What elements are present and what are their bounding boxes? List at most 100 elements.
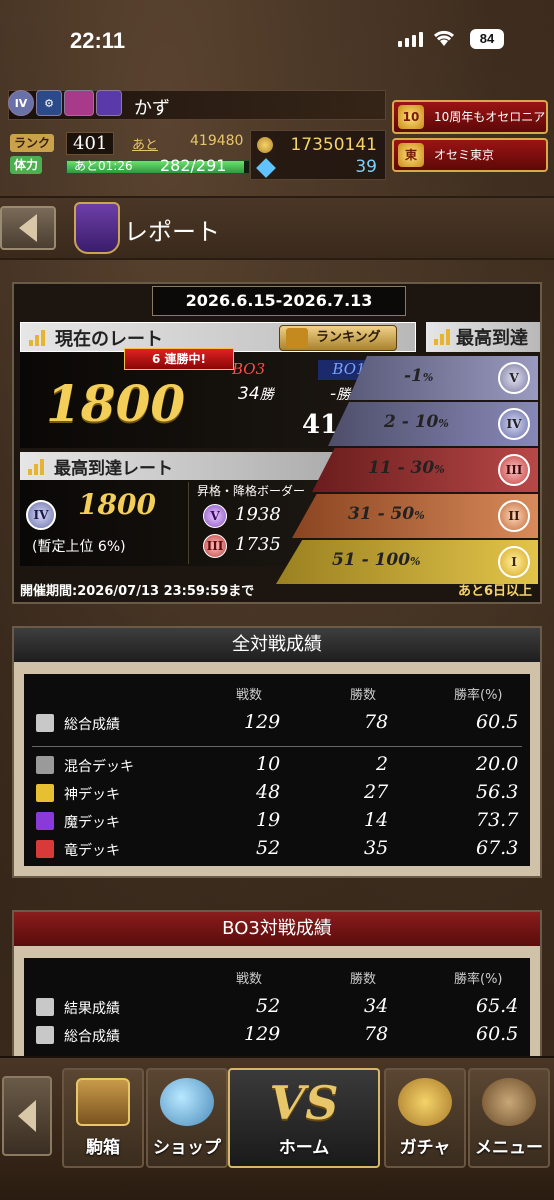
rank-value: 401 <box>66 132 115 155</box>
row-rate: 56.3 <box>476 781 519 803</box>
tier-range-unit: % <box>422 371 434 384</box>
row-wins: 78 <box>364 711 389 733</box>
table-row: 結果成績 52 34 65.4 <box>24 994 530 1022</box>
bottom-nav: 駒箱 ショップ VS ホーム ガチャ メニュー <box>0 1056 554 1200</box>
tier-range: 31 - 50% <box>348 504 425 524</box>
mixed-deck-icon <box>36 756 54 774</box>
nav-item-menu[interactable]: メニュー <box>468 1068 550 1168</box>
win-streak-badge: 6 連勝中! <box>124 348 234 370</box>
row-rate: 60.5 <box>476 1023 519 1045</box>
event-period-end: 開催期間:2026/07/13 23:59:59まで <box>20 584 255 599</box>
row-games: 129 <box>244 1023 281 1045</box>
row-rate: 65.4 <box>476 995 519 1017</box>
character-badge-icon <box>64 90 94 116</box>
bo3-battle-stats: BO3対戦成績 戦数 勝数 勝率(%) 結果成績 52 34 65.4 総合成績… <box>12 910 542 1060</box>
row-wins: 35 <box>364 837 389 859</box>
tier-range-value: 2 - 10 <box>384 412 439 432</box>
table-row: 総合成績 129 78 60.5 <box>24 710 530 738</box>
bo3-stats-title: BO3対戦成績 <box>14 912 540 946</box>
table-row: 混合デッキ 10 2 20.0 <box>24 752 530 780</box>
current-rate-value: 1800 <box>46 374 186 433</box>
tier-v-medal-icon: V <box>498 362 530 394</box>
row-label: 総合成績 <box>64 1029 120 1045</box>
row-wins: 34 <box>364 995 389 1017</box>
coin-icon <box>257 137 273 153</box>
tier-range-value: -1 <box>404 366 423 386</box>
nav-label: 駒箱 <box>86 1138 120 1158</box>
table-row: 総合成績 129 78 60.5 <box>24 1022 530 1050</box>
wins-unit: 勝 <box>336 387 351 403</box>
place-value: 41 <box>302 410 339 440</box>
chart-icon <box>36 714 54 732</box>
nav-label: ホーム <box>278 1138 330 1158</box>
remaining-days: あと6日以上 <box>457 584 532 599</box>
nav-item-gacha[interactable]: ガチャ <box>384 1068 466 1168</box>
gacha-coins-icon <box>398 1078 452 1126</box>
tier-iii-down-icon: III <box>203 534 227 558</box>
tier-row-v: -1% V <box>348 356 538 400</box>
event-banner-label: オセミ東京 <box>434 148 495 162</box>
all-battle-stats: 全対戦成績 戦数 勝数 勝率(%) 総合成績 129 78 60.5 混合デッキ… <box>12 626 542 878</box>
tier-iv-icon: IV <box>26 500 56 530</box>
row-label: 神デッキ <box>64 787 120 803</box>
table-row: 竜デッキ 52 35 67.3 <box>24 836 530 864</box>
row-rate: 60.5 <box>476 711 519 733</box>
col-header-games: 戦数 <box>236 972 263 987</box>
rank-stamina-box: ランク 401 あと 419480 体力 あと01:26 282/291 <box>10 132 252 176</box>
currency-box[interactable]: 17350141 39 <box>250 130 386 180</box>
row-label: 混合デッキ <box>64 759 134 775</box>
vs-emblem-icon: VS <box>269 1076 339 1130</box>
chart-icon <box>28 457 46 475</box>
avatar-badge-icon <box>96 90 122 116</box>
gem-value: 39 <box>355 157 377 177</box>
nav-label: メニュー <box>475 1138 543 1158</box>
exp-label: あと <box>132 138 159 153</box>
row-label: 竜デッキ <box>64 843 120 859</box>
gear-badge-icon: ⚙ <box>36 90 62 116</box>
tier-ii-medal-icon: II <box>498 500 530 532</box>
rank-label: ランク <box>10 134 55 152</box>
col-header-wins: 勝数 <box>350 688 377 703</box>
page-title: レポート <box>124 218 220 246</box>
promotion-border-value: 1938 <box>235 504 281 525</box>
gear-icon <box>482 1078 536 1126</box>
bo3-wins: 34勝 <box>238 384 274 404</box>
report-emblem-icon <box>74 202 120 254</box>
row-games: 10 <box>256 753 281 775</box>
chart-icon <box>29 328 47 346</box>
nav-item-shop[interactable]: ショップ <box>146 1068 228 1168</box>
event-banner-tokyo[interactable]: 東 オセミ東京 <box>392 138 548 172</box>
row-label: 魔デッキ <box>64 815 120 831</box>
nav-item-home[interactable]: VS ホーム <box>228 1068 380 1168</box>
peak-rate-note: (暫定上位 6%) <box>32 539 126 555</box>
coin-value: 17350141 <box>290 135 377 155</box>
top-reached-label: 最高到達 <box>456 328 528 349</box>
all-stats-title: 全対戦成績 <box>14 628 540 662</box>
col-header-games: 戦数 <box>236 688 263 703</box>
tier-row-ii: 31 - 50% II <box>292 494 538 538</box>
10th-anniversary-icon: 10 <box>398 105 424 129</box>
tier-v-up-icon: V <box>203 504 227 528</box>
row-games: 19 <box>256 809 281 831</box>
table-row: 魔デッキ 19 14 73.7 <box>24 808 530 836</box>
tier-range-value: 11 - 30 <box>368 458 435 478</box>
tier-range: 11 - 30% <box>368 458 445 478</box>
tier-i-medal-icon: I <box>498 546 530 578</box>
ranking-button[interactable]: ランキング <box>279 325 397 351</box>
col-header-rate: 勝率(%) <box>454 688 503 703</box>
event-banner-10th[interactable]: 10 10周年もオセロニアン <box>392 100 548 154</box>
tier-iii-medal-icon: III <box>498 454 530 486</box>
nav-item-piece-box[interactable]: 駒箱 <box>62 1068 144 1168</box>
title-bar: レポート <box>0 196 554 260</box>
border-label: 昇格・降格ボーダー <box>197 484 306 498</box>
exp-remaining: 419480 <box>190 133 244 149</box>
nav-back-button[interactable] <box>2 1076 52 1156</box>
treasure-chest-icon <box>76 1078 130 1126</box>
row-games: 52 <box>256 837 281 859</box>
tier-row-iv: 2 - 10% IV <box>328 402 538 446</box>
bo3-wins-value: 34 <box>238 384 260 404</box>
back-button[interactable] <box>0 206 56 250</box>
tier-range-unit: % <box>414 509 425 522</box>
tier-row-iii: 11 - 30% III <box>312 448 538 492</box>
row-games: 52 <box>256 995 281 1017</box>
